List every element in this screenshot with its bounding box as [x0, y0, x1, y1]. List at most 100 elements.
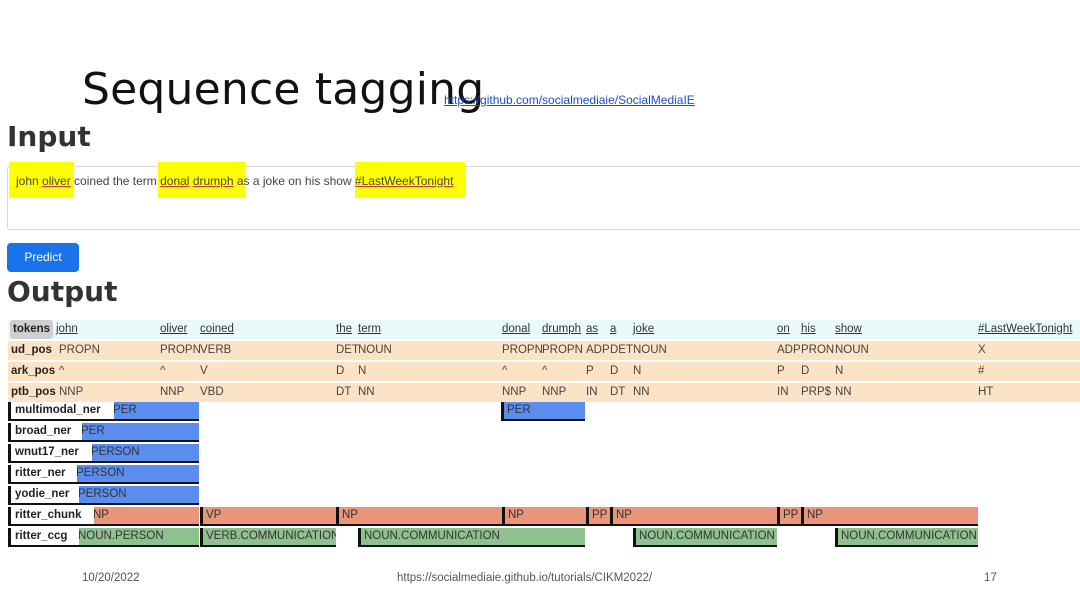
ritter_ccg-span-1: VERB.COMMUNICATION — [200, 528, 336, 547]
ritter_chunk-span-0: NP — [87, 507, 199, 526]
multimodal_ner-span-1: PER — [501, 402, 585, 421]
ptb_pos-tag-10: IN — [777, 386, 789, 398]
ark_pos-label: ark_pos — [11, 365, 56, 377]
ptb_pos-tag-12: NN — [835, 386, 852, 398]
token-9[interactable]: joke — [633, 320, 654, 339]
ud_pos-tag-12: NOUN — [835, 344, 869, 356]
ark_pos-tag-12: N — [835, 365, 844, 377]
ark_pos-tag-3: D — [336, 365, 345, 377]
ud_pos-tag-7: ADP — [586, 344, 610, 356]
ptb_pos-tag-6: NNP — [542, 386, 567, 398]
ptb_pos-tag-2: VBD — [200, 386, 224, 398]
token-2[interactable]: coined — [200, 320, 234, 339]
ritter_chunk-span-4: PP — [586, 507, 610, 526]
ritter_chunk-label: ritter_chunk — [8, 507, 94, 526]
ritter_chunk-span-1: VP — [200, 507, 336, 526]
ptb_pos-tag-8: DT — [610, 386, 626, 398]
input-word-drumph: drumph — [192, 174, 234, 188]
ptb_pos-tag-11: PRP$ — [801, 386, 832, 398]
ud_pos-tag-9: NOUN — [633, 344, 667, 356]
ritter_ccg-span-2: NOUN.COMMUNICATION — [358, 528, 585, 547]
ritter_chunk-span-3: NP — [502, 507, 586, 526]
ud_pos-tag-10: ADP — [777, 344, 801, 356]
input-text-tail: as a joke on his show — [233, 174, 355, 188]
broad_ner-label: broad_ner — [8, 423, 82, 442]
ark_pos-tag-7: P — [586, 365, 594, 377]
ud_pos-label: ud_pos — [11, 344, 52, 356]
ark_pos-tag-10: P — [777, 365, 785, 377]
ptb_pos-tag-9: NN — [633, 386, 650, 398]
ud_pos-tag-1: PROPN — [160, 344, 201, 356]
ud_pos-tag-6: PROPN — [542, 344, 583, 356]
ritter_ner-label: ritter_ner — [8, 465, 77, 484]
wnut17_ner-span-0: PERSON — [85, 444, 199, 463]
ud_pos-tag-8: DET — [610, 344, 633, 356]
ritter_ccg-span-0: NOUN.PERSON — [72, 528, 199, 547]
slide-title: Sequence tagging — [82, 64, 485, 115]
input-word-oliver: oliver — [42, 174, 71, 188]
ptb_pos-tag-7: IN — [586, 386, 598, 398]
ptb_pos-tag-3: DT — [336, 386, 352, 398]
yodie_ner-span-0: PERSON — [72, 486, 199, 505]
ritter_chunk-span-6: PP — [777, 507, 801, 526]
ritter_ner-span-0: PERSON — [70, 465, 199, 484]
ritter_ccg-label: ritter_ccg — [8, 528, 79, 547]
ud_pos-tag-2: VERB — [200, 344, 232, 356]
ud_pos-tag-5: PROPN — [502, 344, 543, 356]
ark_pos-tag-11: D — [801, 365, 810, 377]
ark_pos-tag-0: ^ — [59, 365, 65, 377]
token-12[interactable]: show — [835, 320, 862, 339]
token-3[interactable]: the — [336, 320, 352, 339]
ptb_pos-tag-13: HT — [978, 386, 994, 398]
ritter_ccg-span-4: NOUN.COMMUNICATION — [835, 528, 978, 547]
input-word-donal: donal — [160, 174, 190, 188]
github-link[interactable]: https://github.com/socialmediaie/SocialM… — [444, 93, 695, 107]
ark_pos-tag-1: ^ — [160, 365, 166, 377]
broad_ner-span-0: PER — [75, 423, 199, 442]
input-word-hashtag: #LastWeekTonight — [354, 174, 454, 188]
ark_pos-tag-5: ^ — [502, 365, 508, 377]
ritter_chunk-span-2: NP — [336, 507, 502, 526]
ptb_pos-tag-5: NNP — [502, 386, 527, 398]
ritter_chunk-span-5: NP — [610, 507, 777, 526]
ptb_pos-tag-4: NN — [358, 386, 375, 398]
tokens-label: tokens — [10, 320, 54, 339]
page-number: 17 — [984, 572, 997, 584]
ark_pos-tag-13: # — [978, 365, 985, 377]
token-6[interactable]: drumph — [542, 320, 581, 339]
token-1[interactable]: oliver — [160, 320, 187, 339]
footer-url: https://socialmediaie.github.io/tutorial… — [397, 572, 653, 584]
output-heading: Output — [7, 275, 118, 308]
ark_pos-tag-6: ^ — [542, 365, 548, 377]
footer-date: 10/20/2022 — [82, 572, 140, 584]
wnut17_ner-label: wnut17_ner — [8, 444, 92, 463]
multimodal_ner-label: multimodal_ner — [8, 402, 114, 421]
token-10[interactable]: on — [777, 320, 790, 339]
input-heading: Input — [7, 120, 91, 153]
ptb_pos-tag-0: NNP — [59, 386, 84, 398]
ritter_ccg-span-3: NOUN.COMMUNICATION — [633, 528, 777, 547]
input-word-john: john — [16, 174, 39, 188]
ritter_chunk-span-7: NP — [801, 507, 978, 526]
input-text: john oliver coined the term donal drumph… — [16, 174, 453, 188]
input-text-middle: coined the term — [70, 174, 161, 188]
predict-button[interactable]: Predict — [7, 243, 79, 272]
ud_pos-tag-11: PRON — [801, 344, 835, 356]
token-11[interactable]: his — [801, 320, 816, 339]
yodie_ner-label: yodie_ner — [8, 486, 79, 505]
ark_pos-tag-4: N — [358, 365, 367, 377]
ptb_pos-label: ptb_pos — [11, 386, 56, 398]
token-4[interactable]: term — [358, 320, 381, 339]
token-0[interactable]: john — [56, 320, 78, 339]
token-7[interactable]: as — [586, 320, 598, 339]
ark_pos-tag-8: D — [610, 365, 619, 377]
ark_pos-tag-2: V — [200, 365, 208, 377]
ud_pos-tag-4: NOUN — [358, 344, 392, 356]
ptb_pos-tag-1: NNP — [160, 386, 185, 398]
token-5[interactable]: donal — [502, 320, 530, 339]
ud_pos-tag-13: X — [978, 344, 986, 356]
multimodal_ner-span-0: PER — [107, 402, 199, 421]
token-13[interactable]: #LastWeekTonight — [978, 320, 1072, 339]
token-8[interactable]: a — [610, 320, 616, 339]
ark_pos-tag-9: N — [633, 365, 642, 377]
